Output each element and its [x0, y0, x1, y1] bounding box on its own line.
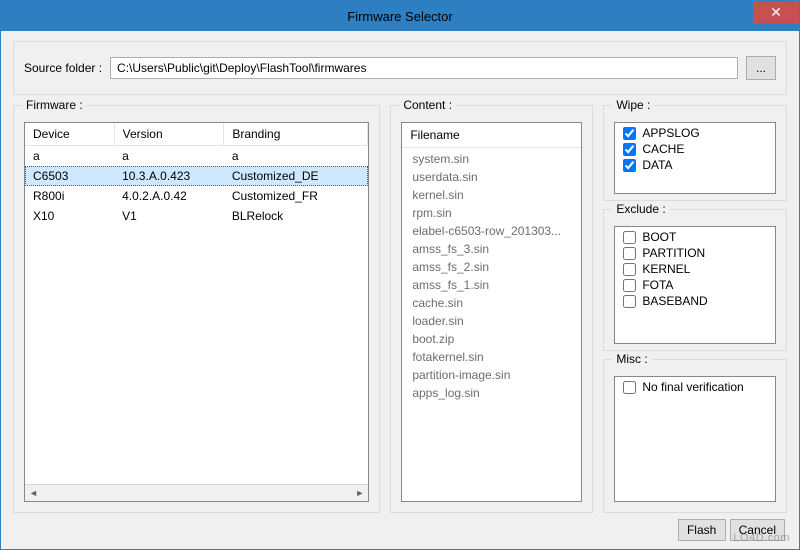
exclude-group: Exclude : BOOTPARTITIONKERNELFOTABASEBAN…	[603, 209, 787, 351]
wipe-item[interactable]: APPSLOG	[621, 125, 769, 141]
window-title: Firmware Selector	[1, 9, 799, 24]
list-item[interactable]: amss_fs_3.sin	[402, 240, 581, 258]
source-folder-label: Source folder :	[24, 61, 102, 75]
list-item[interactable]: apps_log.sin	[402, 384, 581, 402]
content-legend: Content :	[399, 98, 456, 112]
titlebar: Firmware Selector ✕	[1, 1, 799, 31]
col-device[interactable]: Device	[25, 123, 114, 146]
list-item[interactable]: elabel-c6503-row_201303...	[402, 222, 581, 240]
close-button[interactable]: ✕	[753, 1, 799, 23]
exclude-item[interactable]: BASEBAND	[621, 293, 769, 309]
source-folder-group: Source folder : ...	[13, 41, 787, 95]
browse-button[interactable]: ...	[746, 56, 776, 80]
content-header[interactable]: Filename	[402, 123, 581, 148]
firmware-table-container: Device Version Branding aaaC650310.3.A.0…	[24, 122, 369, 502]
list-item[interactable]: amss_fs_2.sin	[402, 258, 581, 276]
misc-list: No final verification	[614, 376, 776, 502]
misc-checkbox[interactable]	[623, 381, 636, 394]
col-version[interactable]: Version	[114, 123, 224, 146]
firmware-group: Firmware : Device Version Branding	[13, 105, 380, 513]
table-row[interactable]: X10V1BLRelock	[25, 206, 368, 226]
exclude-checkbox[interactable]	[623, 231, 636, 244]
misc-item[interactable]: No final verification	[621, 379, 769, 395]
misc-legend: Misc :	[612, 352, 651, 366]
cancel-button[interactable]: Cancel	[730, 519, 785, 541]
close-icon: ✕	[770, 4, 782, 21]
exclude-item[interactable]: PARTITION	[621, 245, 769, 261]
content-list[interactable]: Filename system.sinuserdata.sinkernel.si…	[401, 122, 582, 502]
list-item[interactable]: loader.sin	[402, 312, 581, 330]
exclude-list[interactable]: BOOT PARTITION KERNEL FOTA BASEBAND	[614, 226, 776, 344]
exclude-legend: Exclude :	[612, 202, 669, 216]
wipe-label: DATA	[642, 158, 672, 172]
exclude-checkbox[interactable]	[623, 263, 636, 276]
source-folder-input[interactable]	[110, 57, 738, 79]
misc-group: Misc : No final verification	[603, 359, 787, 513]
exclude-checkbox[interactable]	[623, 295, 636, 308]
firmware-hscrollbar[interactable]: ◄ ►	[25, 484, 368, 501]
col-branding[interactable]: Branding	[224, 123, 368, 146]
firmware-legend: Firmware :	[22, 98, 87, 112]
list-item[interactable]: boot.zip	[402, 330, 581, 348]
list-item[interactable]: cache.sin	[402, 294, 581, 312]
list-item[interactable]: userdata.sin	[402, 168, 581, 186]
list-item[interactable]: rpm.sin	[402, 204, 581, 222]
wipe-list: APPSLOG CACHE DATA	[614, 122, 776, 194]
exclude-label: BASEBAND	[642, 294, 707, 308]
list-item[interactable]: kernel.sin	[402, 186, 581, 204]
wipe-group: Wipe : APPSLOGCACHEDATA	[603, 105, 787, 201]
list-item[interactable]: fotakernel.sin	[402, 348, 581, 366]
list-item[interactable]: partition-image.sin	[402, 366, 581, 384]
exclude-item[interactable]: FOTA	[621, 277, 769, 293]
table-filter-row[interactable]: aaa	[25, 146, 368, 167]
content-group: Content : Filename system.sinuserdata.si…	[390, 105, 593, 513]
wipe-label: CACHE	[642, 142, 684, 156]
wipe-checkbox[interactable]	[623, 143, 636, 156]
wipe-checkbox[interactable]	[623, 159, 636, 172]
wipe-item[interactable]: DATA	[621, 157, 769, 173]
table-row[interactable]: C650310.3.A.0.423Customized_DE	[25, 166, 368, 186]
firmware-table[interactable]: Device Version Branding aaaC650310.3.A.0…	[25, 123, 368, 226]
exclude-label: PARTITION	[642, 246, 705, 260]
footer: Flash Cancel	[13, 513, 787, 543]
exclude-checkbox[interactable]	[623, 279, 636, 292]
exclude-label: FOTA	[642, 278, 673, 292]
scroll-left-icon[interactable]: ◄	[25, 485, 42, 502]
wipe-label: APPSLOG	[642, 126, 699, 140]
wipe-legend: Wipe :	[612, 98, 654, 112]
exclude-checkbox[interactable]	[623, 247, 636, 260]
client-area: Source folder : ... Firmware : Device	[1, 31, 799, 549]
exclude-item[interactable]: BOOT	[621, 229, 769, 245]
list-item[interactable]: amss_fs_1.sin	[402, 276, 581, 294]
firmware-selector-window: Firmware Selector ✕ Source folder : ... …	[0, 0, 800, 550]
scroll-right-icon[interactable]: ►	[351, 485, 368, 502]
exclude-label: KERNEL	[642, 262, 690, 276]
exclude-label: BOOT	[642, 230, 676, 244]
exclude-item[interactable]: KERNEL	[621, 261, 769, 277]
wipe-checkbox[interactable]	[623, 127, 636, 140]
list-item[interactable]: system.sin	[402, 150, 581, 168]
misc-label: No final verification	[642, 380, 743, 394]
table-row[interactable]: R800i4.0.2.A.0.42Customized_FR	[25, 186, 368, 206]
flash-button[interactable]: Flash	[678, 519, 726, 541]
wipe-item[interactable]: CACHE	[621, 141, 769, 157]
